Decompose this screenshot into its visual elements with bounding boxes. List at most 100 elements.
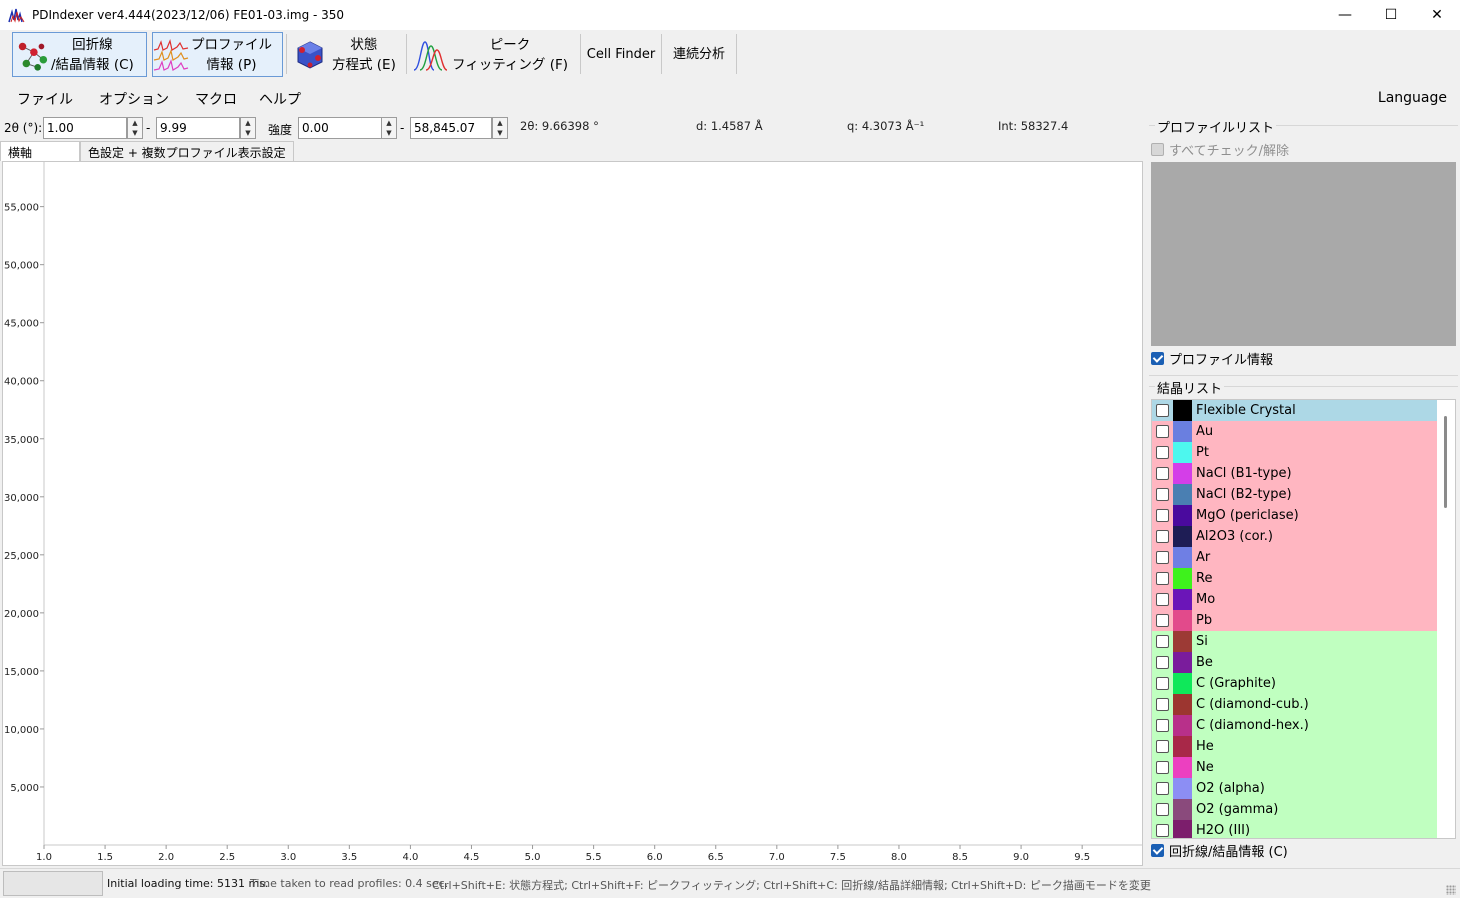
intensity-min-input[interactable]: 0.00 [298,117,382,139]
crystal-checkbox[interactable] [1156,635,1169,648]
crystal-row[interactable]: Re [1152,568,1438,589]
crystal-list-scrollbar[interactable] [1437,400,1455,838]
crystal-checkbox[interactable] [1156,467,1169,480]
language-menu[interactable]: Language [1378,90,1447,106]
crystal-info-toggle[interactable]: 回折線/結晶情報 (C) [1151,841,1288,860]
close-button[interactable]: ✕ [1414,0,1460,30]
peak-fitting-button[interactable]: ピーク フィッティング (F) [408,32,578,77]
crystal-checkbox[interactable] [1156,404,1169,417]
crystal-checkbox[interactable] [1156,719,1169,732]
twotheta-max-input[interactable]: 9.99 [156,117,240,139]
crystal-color-swatch[interactable] [1173,610,1192,631]
crystal-color-swatch[interactable] [1173,757,1192,778]
crystal-checkbox[interactable] [1156,698,1169,711]
crystal-row[interactable]: Al2O3 (cor.) [1152,526,1438,547]
minimize-button[interactable]: — [1322,0,1368,30]
twotheta-max-spinner[interactable]: ▲ ▼ [240,117,256,139]
crystal-color-swatch[interactable] [1173,505,1192,526]
profile-info-checkbox[interactable] [1151,352,1164,365]
crystal-row[interactable]: Si [1152,631,1438,652]
crystal-row[interactable]: H2O (III) [1152,820,1438,838]
crystal-row[interactable]: Flexible Crystal [1152,400,1438,421]
profile-chart[interactable]: 5,000 10,000 15,000 20,000 25,000 30,000 35,00… [2,161,1143,866]
tab-horizontal-axis[interactable]: 横軸 [0,141,80,161]
crystal-color-swatch[interactable] [1173,484,1192,505]
twotheta-min-spinner[interactable]: ▲ ▼ [127,117,143,139]
crystal-checkbox[interactable] [1156,803,1169,816]
crystal-checkbox[interactable] [1156,761,1169,774]
crystal-color-swatch[interactable] [1173,400,1192,421]
intensity-max-input[interactable]: 58,845.07 [410,117,492,139]
crystal-row[interactable]: C (diamond-hex.) [1152,715,1438,736]
crystal-color-swatch[interactable] [1173,820,1192,838]
menu-macro[interactable]: マクロ [195,89,237,109]
crystal-checkbox[interactable] [1156,593,1169,606]
intensity-min-spinner[interactable]: ▲ ▼ [381,117,397,139]
crystal-row[interactable]: Ne [1152,757,1438,778]
crystal-color-swatch[interactable] [1173,589,1192,610]
crystal-color-swatch[interactable] [1173,694,1192,715]
profile-info-button[interactable]: プロファイル 情報 (P) [152,32,283,77]
crystal-list[interactable]: H2O (III) O2 (gamma) O2 (alpha) Ne He C (diam… [1151,399,1456,839]
crystal-checkbox[interactable] [1156,446,1169,459]
crystal-checkbox[interactable] [1156,551,1169,564]
check-all-profiles[interactable]: すべてチェック/解除 [1151,140,1289,159]
crystal-color-swatch[interactable] [1173,673,1192,694]
equation-of-state-button[interactable]: 状態 方程式 (E) [288,32,404,77]
menu-file[interactable]: ファイル [17,89,73,109]
crystal-row[interactable]: Mo [1152,589,1438,610]
crystal-color-swatch[interactable] [1173,799,1192,820]
resize-grip[interactable] [1446,885,1456,895]
crystal-color-swatch[interactable] [1173,568,1192,589]
crystal-row[interactable]: O2 (alpha) [1152,778,1438,799]
crystal-color-swatch[interactable] [1173,631,1192,652]
crystal-checkbox[interactable] [1156,656,1169,669]
cell-finder-button[interactable]: Cell Finder [582,32,660,77]
intensity-max-spinner[interactable]: ▲ ▼ [492,117,508,139]
crystal-row[interactable]: Be [1152,652,1438,673]
tab-color-settings[interactable]: 色設定 + 複数プロファイル表示設定 [80,141,294,161]
crystal-color-swatch[interactable] [1173,547,1192,568]
check-all-checkbox[interactable] [1151,143,1164,156]
scrollbar-thumb[interactable] [1444,416,1447,508]
menu-option[interactable]: オプション [99,89,169,109]
crystal-row[interactable]: C (diamond-cub.) [1152,694,1438,715]
crystal-color-swatch[interactable] [1173,421,1192,442]
crystal-row[interactable]: Ar [1152,547,1438,568]
crystal-checkbox[interactable] [1156,824,1169,837]
crystal-row[interactable]: O2 (gamma) [1152,799,1438,820]
profile-info-toggle[interactable]: プロファイル情報 [1151,349,1273,368]
crystal-row[interactable]: He [1152,736,1438,757]
crystal-checkbox[interactable] [1156,488,1169,501]
crystal-color-swatch[interactable] [1173,736,1192,757]
crystal-row[interactable]: Pb [1152,610,1438,631]
crystal-checkbox[interactable] [1156,614,1169,627]
maximize-button[interactable]: ☐ [1368,0,1414,30]
crystal-color-swatch[interactable] [1173,778,1192,799]
chart-canvas[interactable]: 5,000 10,000 15,000 20,000 25,000 30,000 35,00… [3,162,1142,865]
diffraction-crystal-button[interactable]: 回折線 /結晶情報 (C) [12,32,147,77]
crystal-row[interactable]: NaCl (B2-type) [1152,484,1438,505]
crystal-checkbox[interactable] [1156,530,1169,543]
crystal-checkbox[interactable] [1156,677,1169,690]
crystal-row[interactable]: Au [1152,421,1438,442]
sequential-analysis-button[interactable]: 連続分析 [663,32,735,77]
crystal-checkbox[interactable] [1156,509,1169,522]
profile-list-area[interactable] [1151,162,1456,346]
crystal-row[interactable]: Pt [1152,442,1438,463]
crystal-color-swatch[interactable] [1173,715,1192,736]
crystal-color-swatch[interactable] [1173,442,1192,463]
crystal-info-checkbox[interactable] [1151,844,1164,857]
crystal-row[interactable]: MgO (periclase) [1152,505,1438,526]
crystal-checkbox[interactable] [1156,572,1169,585]
crystal-row[interactable]: C (Graphite) [1152,673,1438,694]
crystal-checkbox[interactable] [1156,740,1169,753]
crystal-row[interactable]: NaCl (B1-type) [1152,463,1438,484]
crystal-checkbox[interactable] [1156,425,1169,438]
menu-help[interactable]: ヘルプ [259,89,301,109]
crystal-color-swatch[interactable] [1173,652,1192,673]
twotheta-min-input[interactable]: 1.00 [43,117,127,139]
crystal-color-swatch[interactable] [1173,526,1192,547]
crystal-color-swatch[interactable] [1173,463,1192,484]
crystal-checkbox[interactable] [1156,782,1169,795]
